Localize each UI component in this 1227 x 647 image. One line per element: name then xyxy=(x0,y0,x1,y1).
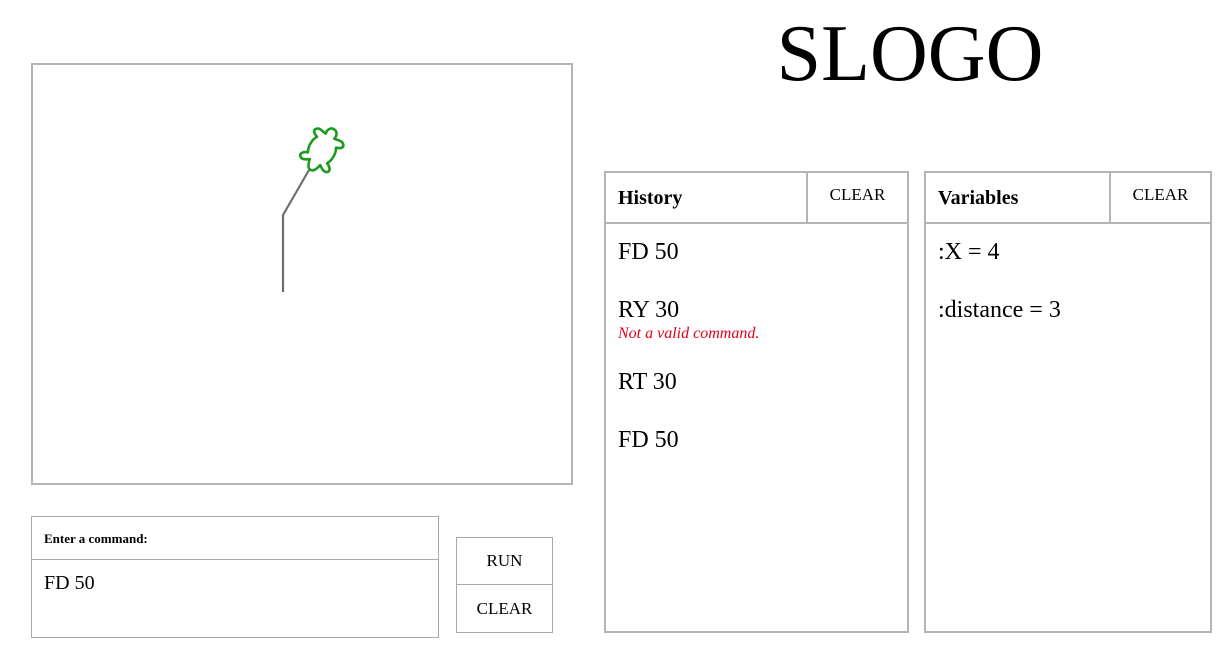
history-item-text: RY 30 xyxy=(618,297,680,323)
history-title: History xyxy=(618,187,683,209)
variable-item-text: :X = 4 xyxy=(938,239,1000,265)
turtle-icon xyxy=(298,127,345,174)
variables-list: :X = 4 :distance = 3 xyxy=(926,224,1210,324)
history-item[interactable]: RY 30 Not a valid command. xyxy=(618,296,895,344)
history-header: History CLEAR xyxy=(606,173,907,224)
app-title: SLOGO xyxy=(776,10,1044,98)
history-list: FD 50 RY 30 Not a valid command. RT 30 F… xyxy=(606,224,907,454)
turtle-trail xyxy=(281,150,321,292)
clear-variables-button[interactable]: CLEAR xyxy=(1109,173,1210,222)
variable-item[interactable]: :distance = 3 xyxy=(938,296,1198,324)
variable-item[interactable]: :X = 4 xyxy=(938,238,1198,266)
clear-history-button[interactable]: CLEAR xyxy=(806,173,907,222)
variable-item-text: :distance = 3 xyxy=(938,297,1061,323)
history-item-error: Not a valid command. xyxy=(618,325,760,342)
turtle-canvas[interactable] xyxy=(31,63,573,485)
run-button[interactable]: RUN xyxy=(457,538,552,585)
variables-header: Variables CLEAR xyxy=(926,173,1210,224)
command-panel: Enter a command: FD 50 xyxy=(31,516,439,638)
variables-panel: Variables CLEAR :X = 4 :distance = 3 xyxy=(924,171,1212,633)
history-item[interactable]: FD 50 xyxy=(618,426,895,454)
history-item-text: RT 30 xyxy=(618,369,677,395)
history-panel: History CLEAR FD 50 RY 30 Not a valid co… xyxy=(604,171,909,633)
history-item[interactable]: RT 30 xyxy=(618,368,895,396)
command-input[interactable]: FD 50 xyxy=(32,560,438,636)
clear-command-button[interactable]: CLEAR xyxy=(457,585,552,632)
command-buttons: RUN CLEAR xyxy=(456,537,553,633)
history-item-text: FD 50 xyxy=(618,427,679,453)
history-item-text: FD 50 xyxy=(618,239,679,265)
variables-title: Variables xyxy=(938,187,1019,209)
turtle-drawing xyxy=(281,127,345,292)
command-label: Enter a command: xyxy=(32,517,438,560)
history-item[interactable]: FD 50 xyxy=(618,238,895,266)
